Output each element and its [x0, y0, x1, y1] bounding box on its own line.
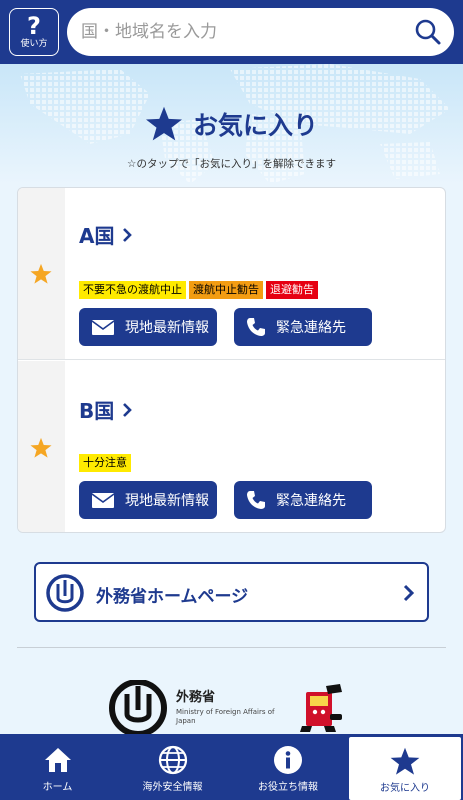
globe-icon: [158, 745, 187, 774]
org-name-jp: 外務省: [176, 690, 216, 705]
home-icon: [44, 747, 71, 772]
favorite-toggle[interactable]: [18, 361, 65, 532]
country-name: B国: [79, 399, 115, 423]
advisory-badge: 不要不急の渡航中止: [79, 281, 186, 299]
emergency-contact-button[interactable]: 緊急連絡先: [234, 308, 372, 346]
info-icon: [274, 745, 302, 774]
tab-label: お役立ち情報: [258, 781, 318, 793]
tab-useful-info[interactable]: お役立ち情報: [230, 734, 346, 800]
star-icon[interactable]: [30, 437, 52, 459]
travel-advisory-badges: 不要不急の渡航中止 渡航中止勧告 退避勧告: [79, 281, 318, 299]
button-label: 緊急連絡先: [276, 320, 346, 336]
phone-icon: [247, 491, 265, 509]
mofa-logo-icon: [46, 574, 84, 612]
page-title: お気に入り: [192, 111, 318, 140]
emergency-contact-button[interactable]: 緊急連絡先: [234, 481, 372, 519]
favorite-toggle[interactable]: [18, 188, 65, 359]
favorites-note: ☆のタップで「お気に入り」を解除できます: [127, 158, 336, 170]
app-header: ? 使い方: [0, 0, 463, 64]
help-label: 使い方: [20, 39, 48, 49]
button-label: 現地最新情報: [125, 493, 209, 509]
link-label: 外務省ホームページ: [96, 587, 249, 607]
mail-icon: [91, 319, 115, 335]
tab-favorites[interactable]: お気に入り: [349, 737, 461, 800]
list-item: B国 十分注意 現地最新情報 緊急連絡先: [18, 361, 445, 532]
mail-icon: [91, 492, 115, 508]
bottom-tab-bar: ホーム 海外安全情報 お役立ち情報 お気に入り: [0, 734, 463, 800]
advisory-badge: 十分注意: [79, 454, 131, 472]
mofa-homepage-link[interactable]: 外務省ホームページ: [34, 562, 429, 622]
latest-info-button[interactable]: 現地最新情報: [79, 481, 217, 519]
mofa-emblem-icon: [109, 680, 167, 736]
star-icon[interactable]: [30, 263, 52, 285]
latest-info-button[interactable]: 現地最新情報: [79, 308, 217, 346]
list-item: A国 不要不急の渡航中止 渡航中止勧告 退避勧告 現地最新情報 緊急連絡先: [18, 188, 445, 360]
passport-mascot-icon: [300, 684, 342, 732]
favorites-list: A国 不要不急の渡航中止 渡航中止勧告 退避勧告 現地最新情報 緊急連絡先 B国: [17, 187, 446, 533]
tab-label: 海外安全情報: [142, 781, 203, 793]
help-button[interactable]: ? 使い方: [9, 8, 59, 56]
tab-overseas-safety[interactable]: 海外安全情報: [115, 734, 230, 800]
country-link[interactable]: B国: [79, 395, 133, 424]
favorites-hero: お気に入り ☆のタップで「お気に入り」を解除できます: [0, 64, 463, 184]
advisory-badge: 退避勧告: [266, 281, 318, 299]
org-name: 外務省 Ministry of Foreign Affairs of Japan: [176, 686, 296, 726]
star-icon: [390, 747, 420, 775]
search-input[interactable]: [81, 18, 401, 46]
phone-icon: [247, 318, 265, 336]
divider: [17, 647, 446, 648]
country-name: A国: [79, 224, 115, 248]
advisory-badge: 渡航中止勧告: [189, 281, 263, 299]
search-icon[interactable]: [414, 18, 442, 46]
chevron-right-icon: [123, 402, 133, 417]
button-label: 現地最新情報: [125, 320, 209, 336]
chevron-right-icon: [123, 227, 133, 242]
star-icon: [145, 106, 182, 141]
tab-label: お気に入り: [380, 783, 430, 794]
button-label: 緊急連絡先: [276, 493, 346, 509]
search-bar[interactable]: [67, 8, 454, 56]
tab-home[interactable]: ホーム: [0, 734, 115, 800]
travel-advisory-badges: 十分注意: [79, 454, 131, 472]
question-icon: ?: [27, 12, 41, 40]
country-link[interactable]: A国: [79, 220, 133, 249]
org-name-en: Ministry of Foreign Affairs of Japan: [176, 708, 275, 725]
favorites-heading: お気に入り: [0, 104, 463, 144]
tab-label: ホーム: [42, 781, 73, 793]
chevron-right-icon: [403, 584, 415, 602]
